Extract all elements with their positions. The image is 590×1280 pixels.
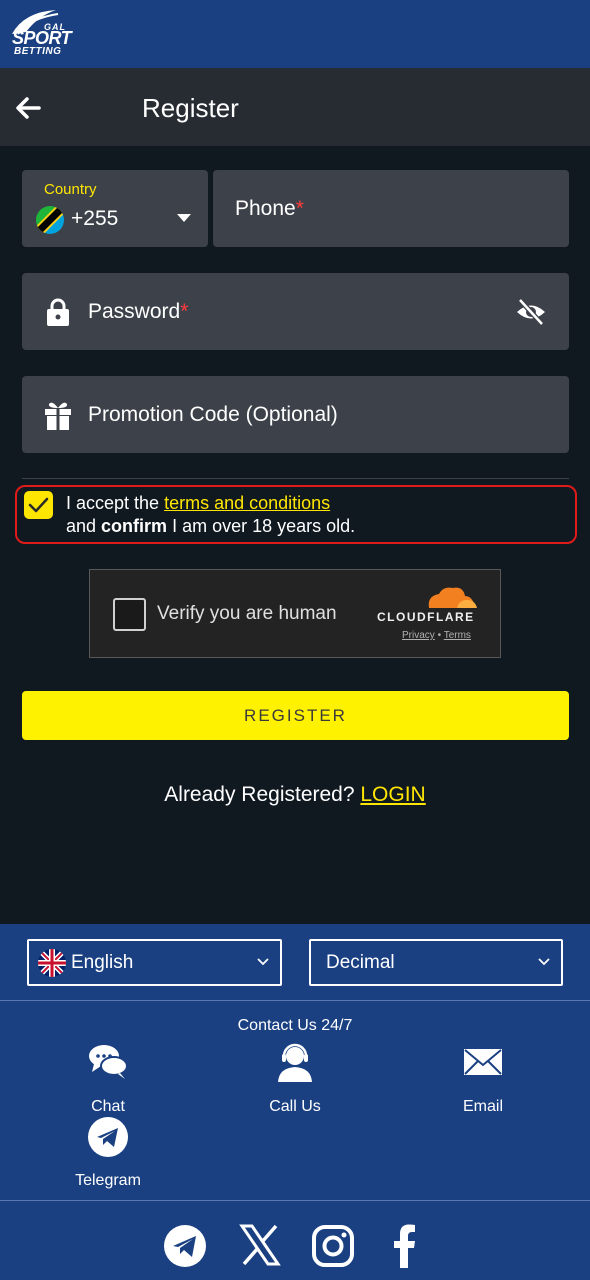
support-agent-icon bbox=[278, 1043, 312, 1082]
contact-chat-label: Chat bbox=[91, 1098, 125, 1115]
captcha-checkbox[interactable] bbox=[113, 598, 146, 631]
contact-call-label: Call Us bbox=[269, 1098, 321, 1115]
lock-icon bbox=[47, 298, 69, 326]
telegram-icon bbox=[88, 1117, 128, 1157]
facebook-icon bbox=[394, 1224, 415, 1268]
cloudflare-wordmark: CLOUDFLARE bbox=[377, 610, 475, 624]
tanzania-flag-icon bbox=[36, 206, 64, 234]
email-icon bbox=[464, 1049, 502, 1075]
contact-title: Contact Us 24/7 bbox=[237, 1017, 353, 1034]
terms-link-small[interactable]: Terms bbox=[444, 630, 471, 641]
form-divider bbox=[22, 478, 569, 479]
page-title: Register bbox=[142, 93, 239, 123]
register-button[interactable]: REGISTER bbox=[22, 691, 569, 740]
terms-link[interactable]: terms and conditions bbox=[164, 493, 330, 513]
privacy-link[interactable]: Privacy bbox=[402, 630, 435, 641]
captcha-links: Privacy • Terms bbox=[402, 630, 471, 641]
caret-down-icon bbox=[177, 214, 191, 222]
language-select[interactable]: English bbox=[27, 939, 282, 986]
promo-placeholder: Promotion Code (Optional) bbox=[88, 403, 338, 426]
eye-off-icon[interactable] bbox=[515, 297, 547, 327]
terms-text: I accept the terms and conditions bbox=[66, 493, 331, 513]
password-placeholder: Password* bbox=[88, 300, 189, 323]
brand-bar: GAL SPORT BETTING bbox=[0, 0, 590, 68]
odds-format-select[interactable]: Decimal bbox=[309, 939, 563, 986]
logo-text-sport: SPORT bbox=[12, 28, 72, 48]
footer-divider bbox=[0, 1200, 590, 1201]
cloudflare-logo: CLOUDFLARE Privacy • Terms bbox=[377, 584, 482, 644]
terms-consent: I accept the terms and conditions and co… bbox=[15, 485, 577, 544]
checkmark-icon bbox=[28, 497, 49, 513]
language-value: English bbox=[71, 952, 134, 973]
social-telegram[interactable] bbox=[163, 1224, 207, 1268]
phone-input[interactable]: Phone* bbox=[213, 170, 569, 247]
country-select[interactable]: Country +255 bbox=[22, 170, 208, 247]
login-prompt: Already Registered? LOGIN bbox=[164, 783, 426, 806]
x-icon bbox=[239, 1224, 281, 1266]
footer: English Decimal Contact Us 24/7 Chat Cal… bbox=[0, 924, 590, 1280]
chevron-down-icon bbox=[257, 958, 269, 966]
country-label: Country bbox=[44, 181, 97, 198]
chevron-down-icon bbox=[538, 958, 550, 966]
contact-call[interactable]: Call Us bbox=[235, 1042, 355, 1122]
social-facebook[interactable] bbox=[383, 1223, 427, 1268]
chat-icon bbox=[89, 1045, 128, 1079]
gift-icon bbox=[45, 402, 71, 430]
footer-divider bbox=[0, 1000, 590, 1001]
telegram-icon bbox=[164, 1225, 206, 1267]
back-button[interactable] bbox=[12, 92, 44, 124]
contact-telegram[interactable]: Telegram bbox=[48, 1117, 168, 1197]
age-confirm-text: and confirm I am over 18 years old. bbox=[66, 516, 356, 536]
captcha-label: Verify you are human bbox=[157, 603, 337, 624]
social-x[interactable] bbox=[238, 1223, 282, 1267]
promo-code-input[interactable]: Promotion Code (Optional) bbox=[22, 376, 569, 453]
page-header: Register bbox=[0, 68, 590, 146]
required-mark: * bbox=[180, 300, 189, 323]
terms-checkbox[interactable] bbox=[24, 491, 53, 519]
social-instagram[interactable] bbox=[311, 1224, 355, 1268]
arrow-left-icon bbox=[16, 97, 41, 119]
captcha-widget: Verify you are human CLOUDFLARE Privacy … bbox=[89, 569, 501, 658]
odds-format-value: Decimal bbox=[326, 952, 395, 973]
logo-text-betting: BETTING bbox=[14, 46, 62, 57]
instagram-icon bbox=[312, 1225, 354, 1267]
cloudflare-cloud-icon bbox=[428, 587, 477, 608]
phone-placeholder: Phone* bbox=[235, 197, 304, 220]
contact-email-label: Email bbox=[462, 1098, 503, 1115]
brand-logo[interactable]: GAL SPORT BETTING bbox=[10, 8, 94, 60]
country-code: +255 bbox=[71, 207, 119, 230]
contact-email[interactable]: Email bbox=[423, 1042, 543, 1122]
login-link[interactable]: LOGIN bbox=[360, 783, 425, 806]
contact-telegram-label: Telegram bbox=[75, 1172, 141, 1189]
uk-flag-icon bbox=[38, 949, 66, 977]
password-input[interactable]: Password* bbox=[22, 273, 569, 350]
contact-chat[interactable]: Chat bbox=[48, 1042, 168, 1122]
required-mark: * bbox=[295, 197, 304, 220]
